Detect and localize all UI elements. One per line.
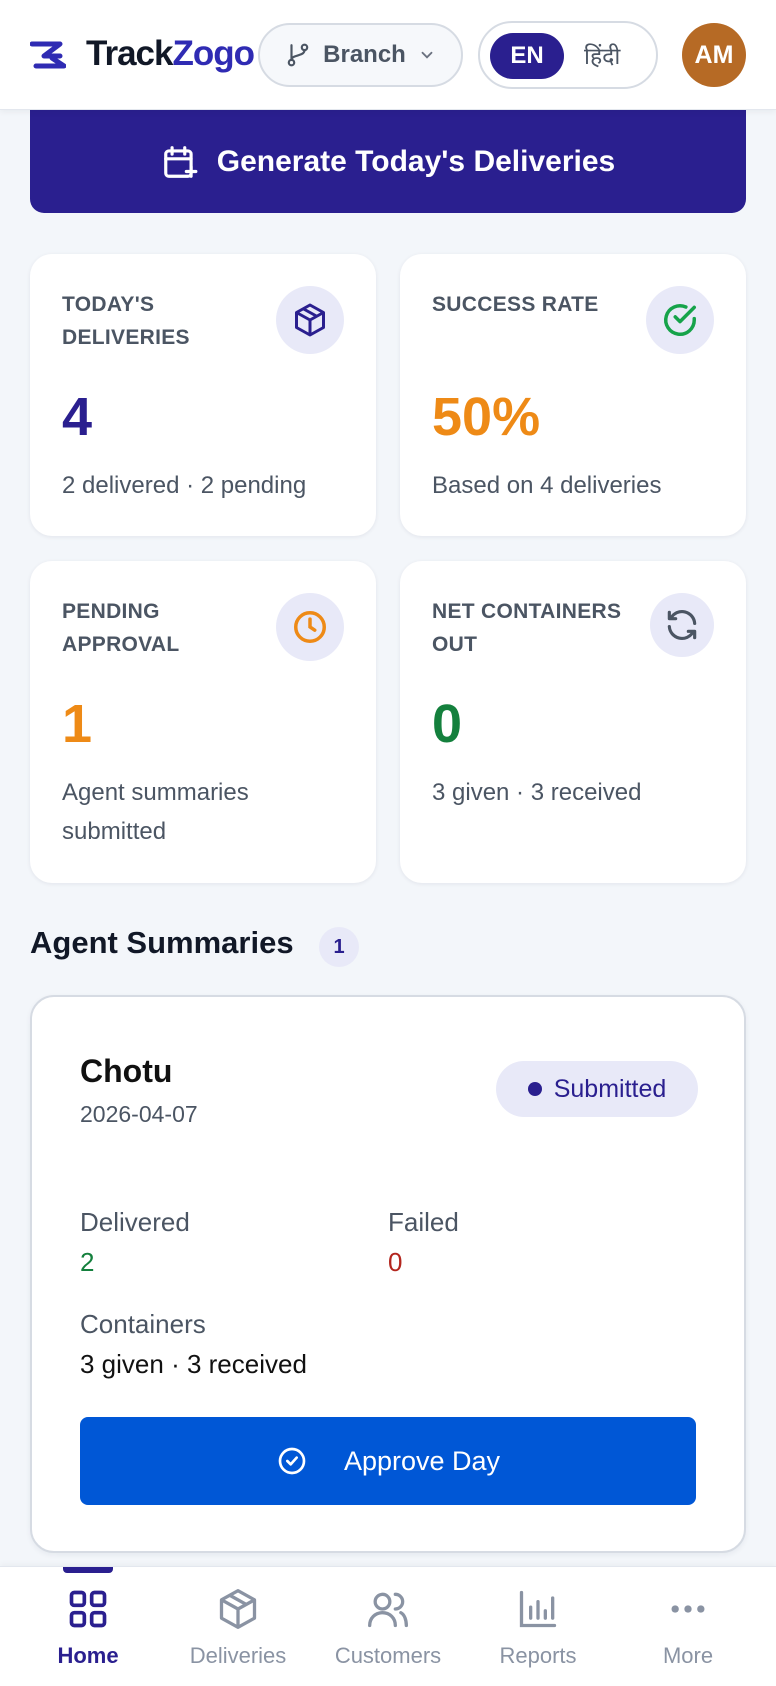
stat-card-pending-approval: PENDING APPROVAL 1 Agent summaries submi…	[30, 561, 376, 883]
avatar[interactable]: AM	[682, 23, 746, 87]
nav-item-customers[interactable]: Customers	[313, 1587, 463, 1677]
generate-deliveries-label: Generate Today's Deliveries	[216, 144, 616, 178]
generate-deliveries-button[interactable]: Generate Today's Deliveries	[30, 110, 746, 213]
users-icon	[368, 1592, 408, 1628]
nav-item-reports[interactable]: Reports	[463, 1587, 613, 1677]
language-toggle: EN हिंदी	[478, 21, 658, 89]
stat-card-todays-deliveries: TODAY'S DELIVERIES 4 2 delivered · 2 pen…	[30, 254, 376, 536]
logo-icon	[30, 41, 66, 69]
stat-label: PENDING APPROVAL	[62, 600, 180, 656]
delivered-value: 2	[80, 1247, 95, 1277]
home-grid-icon	[69, 1590, 107, 1628]
more-dots-icon	[671, 1605, 705, 1613]
nav-active-indicator	[63, 1567, 113, 1573]
bottom-nav: Home Deliveries Customers Reports More	[0, 1566, 776, 1686]
stat-subtext: Agent summaries submitted	[62, 779, 249, 845]
agent-summary-card: Chotu 2026-04-07 Submitted Delivered 2 F…	[30, 995, 746, 1553]
bar-chart-icon	[519, 1590, 557, 1628]
branch-selector[interactable]: Branch	[258, 23, 463, 87]
summary-date: 2026-04-07	[80, 1101, 198, 1127]
approve-day-label: Approve Day	[343, 1445, 501, 1476]
nav-item-home[interactable]: Home	[13, 1587, 163, 1677]
stat-label: TODAY'S DELIVERIES	[62, 293, 190, 349]
stat-value: 50%	[432, 387, 541, 447]
status-dot-icon	[527, 1082, 542, 1096]
containers-value: 3 given · 3 received	[80, 1349, 307, 1379]
agent-name: Chotu	[80, 1053, 173, 1089]
check-circle-icon	[646, 286, 714, 354]
stat-subtext: 3 given · 3 received	[432, 779, 642, 806]
app-logo: TrackZogo	[86, 34, 255, 74]
refresh-icon	[650, 593, 714, 657]
failed-value: 0	[388, 1247, 403, 1277]
stat-value: 1	[62, 694, 93, 754]
chevron-down-icon	[421, 51, 433, 59]
failed-label: Failed	[388, 1207, 459, 1237]
stat-label: SUCCESS RATE	[432, 293, 599, 316]
approve-day-button[interactable]: Approve Day	[80, 1417, 696, 1505]
stat-subtext: Based on 4 deliveries	[432, 472, 662, 499]
stat-subtext: 2 delivered · 2 pending	[62, 472, 307, 499]
stat-value: 0	[432, 694, 463, 754]
nav-label: More	[662, 1643, 714, 1668]
nav-label: Customers	[334, 1643, 442, 1668]
status-text: Submitted	[553, 1074, 667, 1103]
app-header: TrackZogo Branch EN हिंदी AM	[0, 0, 776, 110]
logo-text-zogo: Zogo	[172, 34, 255, 73]
nav-label: Deliveries	[189, 1643, 287, 1668]
box-icon	[276, 286, 344, 354]
stat-card-net-containers: NET CONTAINERS OUT 0 3 given · 3 receive…	[400, 561, 746, 883]
box-icon	[219, 1589, 257, 1629]
clock-icon	[276, 593, 344, 661]
calendar-plus-icon	[163, 145, 198, 178]
containers-label: Containers	[80, 1309, 206, 1339]
stat-value: 4	[62, 387, 93, 447]
nav-label: Home	[57, 1643, 119, 1668]
check-circle-icon	[278, 1447, 306, 1475]
nav-label: Reports	[499, 1643, 577, 1668]
branch-icon	[287, 43, 309, 67]
branch-label: Branch	[323, 41, 406, 68]
lang-hindi-button[interactable]: हिंदी	[584, 35, 620, 75]
stat-label: NET CONTAINERS OUT	[432, 600, 622, 656]
nav-item-deliveries[interactable]: Deliveries	[163, 1587, 313, 1677]
logo-text-track: Track	[86, 34, 173, 73]
section-title: Agent Summaries	[30, 925, 294, 960]
section-count-badge: 1	[319, 927, 359, 967]
delivered-label: Delivered	[80, 1207, 190, 1237]
nav-item-more[interactable]: More	[613, 1587, 763, 1677]
status-badge: Submitted	[496, 1061, 698, 1117]
lang-en-button[interactable]: EN	[490, 33, 564, 79]
stat-card-success-rate: SUCCESS RATE 50% Based on 4 deliveries	[400, 254, 746, 536]
